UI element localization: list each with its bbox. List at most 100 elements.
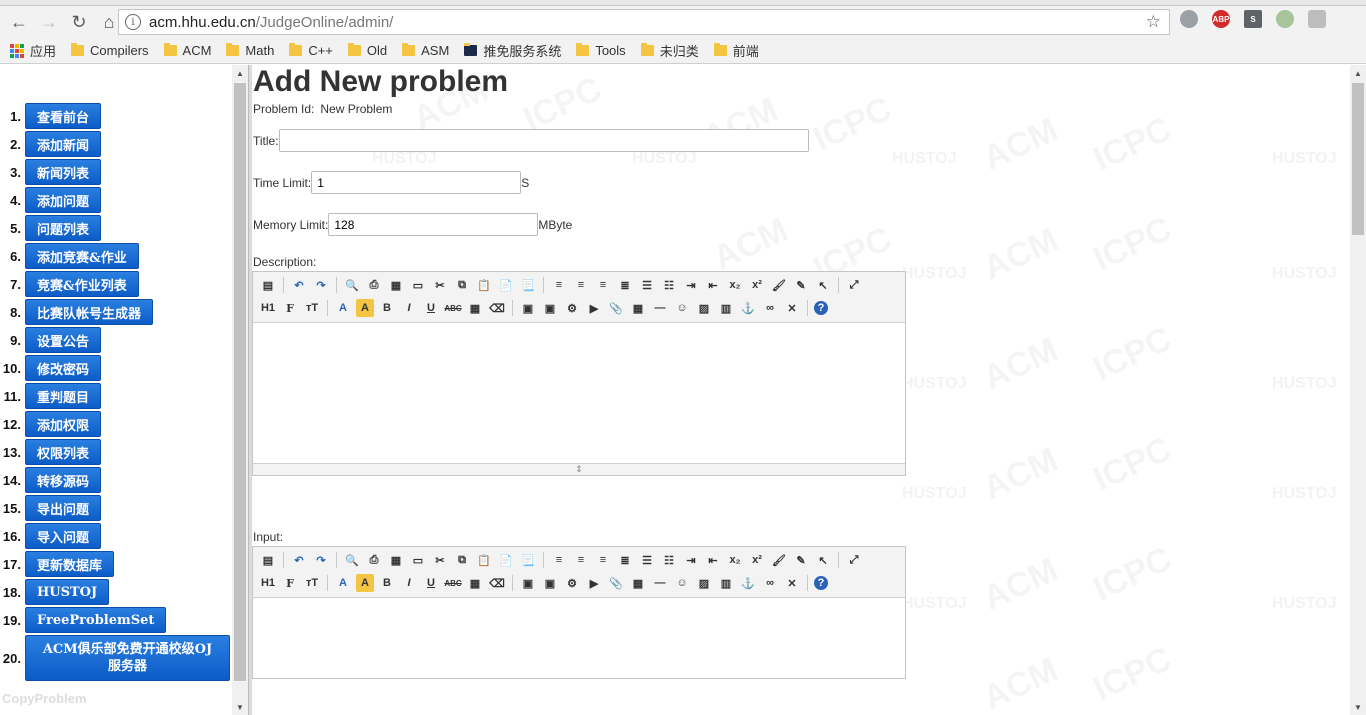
attachment-icon[interactable]: 📎 <box>607 299 625 317</box>
template-icon[interactable]: ▦ <box>387 551 405 569</box>
underline-icon[interactable]: U <box>422 299 440 317</box>
highlight-color-icon[interactable]: A <box>356 574 374 592</box>
outdent-icon[interactable]: ⇤ <box>704 551 722 569</box>
multi-image-icon[interactable]: ▣ <box>541 574 559 592</box>
cut-icon[interactable]: ✂ <box>431 551 449 569</box>
undo-icon[interactable]: ↶ <box>290 551 308 569</box>
attachment-icon[interactable]: 📎 <box>607 574 625 592</box>
s-icon[interactable]: S <box>1244 10 1262 28</box>
scroll-down-icon[interactable]: ▼ <box>232 699 248 715</box>
reload-icon[interactable]: ↻ <box>68 11 90 33</box>
select-all-icon[interactable]: ✎ <box>792 551 810 569</box>
table-icon[interactable]: ▦ <box>629 299 647 317</box>
font-family-icon[interactable]: F <box>281 574 299 592</box>
font-color-icon[interactable]: A <box>334 299 352 317</box>
bookmark-item[interactable]: Compilers <box>71 43 149 58</box>
menu-button[interactable]: 导出问题 <box>25 495 102 521</box>
cursor-icon[interactable]: ↖ <box>814 276 832 294</box>
puzzle-icon[interactable] <box>1308 10 1326 28</box>
superscript-icon[interactable]: x² <box>748 276 766 294</box>
scroll-down-icon[interactable]: ▼ <box>1350 699 1366 715</box>
image-icon[interactable]: ▣ <box>519 574 537 592</box>
translate-icon[interactable] <box>1180 10 1198 28</box>
flash-icon[interactable]: ⚙ <box>563 299 581 317</box>
link-icon[interactable]: ∞ <box>761 299 779 317</box>
input-body[interactable] <box>253 598 905 678</box>
multi-image-icon[interactable]: ▣ <box>541 299 559 317</box>
memory-limit-input[interactable] <box>328 213 539 236</box>
code-icon[interactable]: ▭ <box>409 276 427 294</box>
menu-button[interactable]: 添加权限 <box>25 411 102 437</box>
unordered-list-icon[interactable]: ☷ <box>660 276 678 294</box>
unordered-list-icon[interactable]: ☷ <box>660 551 678 569</box>
menu-button[interactable]: 比赛队帐号生成器 <box>25 299 154 325</box>
paste-word-icon[interactable]: 📃 <box>519 276 537 294</box>
menu-button[interactable]: ACM俱乐部免费开通校级OJ服务器 <box>25 635 230 681</box>
fullscreen-icon[interactable]: ⤢ <box>845 551 863 569</box>
menu-button[interactable]: 设置公告 <box>25 327 102 353</box>
menu-button[interactable]: 查看前台 <box>25 103 102 129</box>
description-body[interactable] <box>253 323 905 463</box>
bookmark-item[interactable]: 前端 <box>713 41 759 60</box>
description-resize-handle[interactable]: ⇕ <box>253 463 905 475</box>
align-left-icon[interactable]: ≡ <box>550 276 568 294</box>
strikethrough-icon[interactable]: ABC <box>444 574 462 592</box>
bookmark-item[interactable]: C++ <box>289 43 333 58</box>
align-center-icon[interactable]: ≡ <box>572 551 590 569</box>
menu-button[interactable]: 竞赛&作业列表 <box>25 271 139 297</box>
emoticon-icon[interactable]: ☺ <box>673 574 691 592</box>
media-icon[interactable]: ▶ <box>585 574 603 592</box>
title-input[interactable] <box>278 129 809 152</box>
source-icon[interactable]: ▤ <box>259 551 277 569</box>
font-family-icon[interactable]: F <box>281 299 299 317</box>
media-icon[interactable]: ▶ <box>585 299 603 317</box>
font-size-icon[interactable]: тT <box>303 574 321 592</box>
back-icon[interactable]: ← <box>8 11 30 33</box>
italic-icon[interactable]: I <box>400 574 418 592</box>
eraser-icon[interactable]: ⌫ <box>488 574 506 592</box>
line-height-icon[interactable]: ▦ <box>466 299 484 317</box>
template-icon[interactable]: ▦ <box>387 276 405 294</box>
menu-button[interactable]: FreeProblemSet <box>25 607 167 633</box>
clear-format-icon[interactable]: 🖌 <box>770 276 788 294</box>
scroll-up-icon[interactable]: ▲ <box>1350 65 1366 81</box>
font-size-icon[interactable]: тT <box>303 299 321 317</box>
redo-icon[interactable]: ↷ <box>312 551 330 569</box>
paste-icon[interactable]: 📋 <box>475 276 493 294</box>
subscript-icon[interactable]: x₂ <box>726 551 744 569</box>
preview-icon[interactable]: 🔍 <box>343 551 361 569</box>
image-icon[interactable]: ▣ <box>519 299 537 317</box>
redo-icon[interactable]: ↷ <box>312 276 330 294</box>
subscript-icon[interactable]: x₂ <box>726 276 744 294</box>
clear-format-icon[interactable]: 🖌 <box>770 551 788 569</box>
menu-button[interactable]: 重判题目 <box>25 383 102 409</box>
heading-icon[interactable]: H1 <box>259 299 277 317</box>
map-icon[interactable]: ▨ <box>695 299 713 317</box>
paste-text-icon[interactable]: 📄 <box>497 276 515 294</box>
preview-icon[interactable]: 🔍 <box>343 276 361 294</box>
paste-word-icon[interactable]: 📃 <box>519 551 537 569</box>
line-height-icon[interactable]: ▦ <box>466 574 484 592</box>
emoticon-icon[interactable]: ☺ <box>673 299 691 317</box>
flash-icon[interactable]: ⚙ <box>563 574 581 592</box>
cursor-icon[interactable]: ↖ <box>814 551 832 569</box>
paste-icon[interactable]: 📋 <box>475 551 493 569</box>
pagebreak-icon[interactable]: ▥ <box>717 574 735 592</box>
menu-button[interactable]: 新闻列表 <box>25 159 102 185</box>
scroll-thumb[interactable] <box>234 83 246 681</box>
code-icon[interactable]: ▭ <box>409 551 427 569</box>
font-color-icon[interactable]: A <box>334 574 352 592</box>
scroll-thumb[interactable] <box>1352 83 1364 235</box>
indent-icon[interactable]: ⇥ <box>682 551 700 569</box>
anchor-icon[interactable]: ⚓ <box>739 574 757 592</box>
italic-icon[interactable]: I <box>400 299 418 317</box>
table-icon[interactable]: ▦ <box>629 574 647 592</box>
outdent-icon[interactable]: ⇤ <box>704 276 722 294</box>
menu-button[interactable]: 转移源码 <box>25 467 102 493</box>
align-left-icon[interactable]: ≡ <box>550 551 568 569</box>
ordered-list-icon[interactable]: ☰ <box>638 551 656 569</box>
green-dot-icon[interactable] <box>1276 10 1294 28</box>
cut-icon[interactable]: ✂ <box>431 276 449 294</box>
unlink-icon[interactable]: ✕ <box>783 574 801 592</box>
menu-button[interactable]: 权限列表 <box>25 439 102 465</box>
